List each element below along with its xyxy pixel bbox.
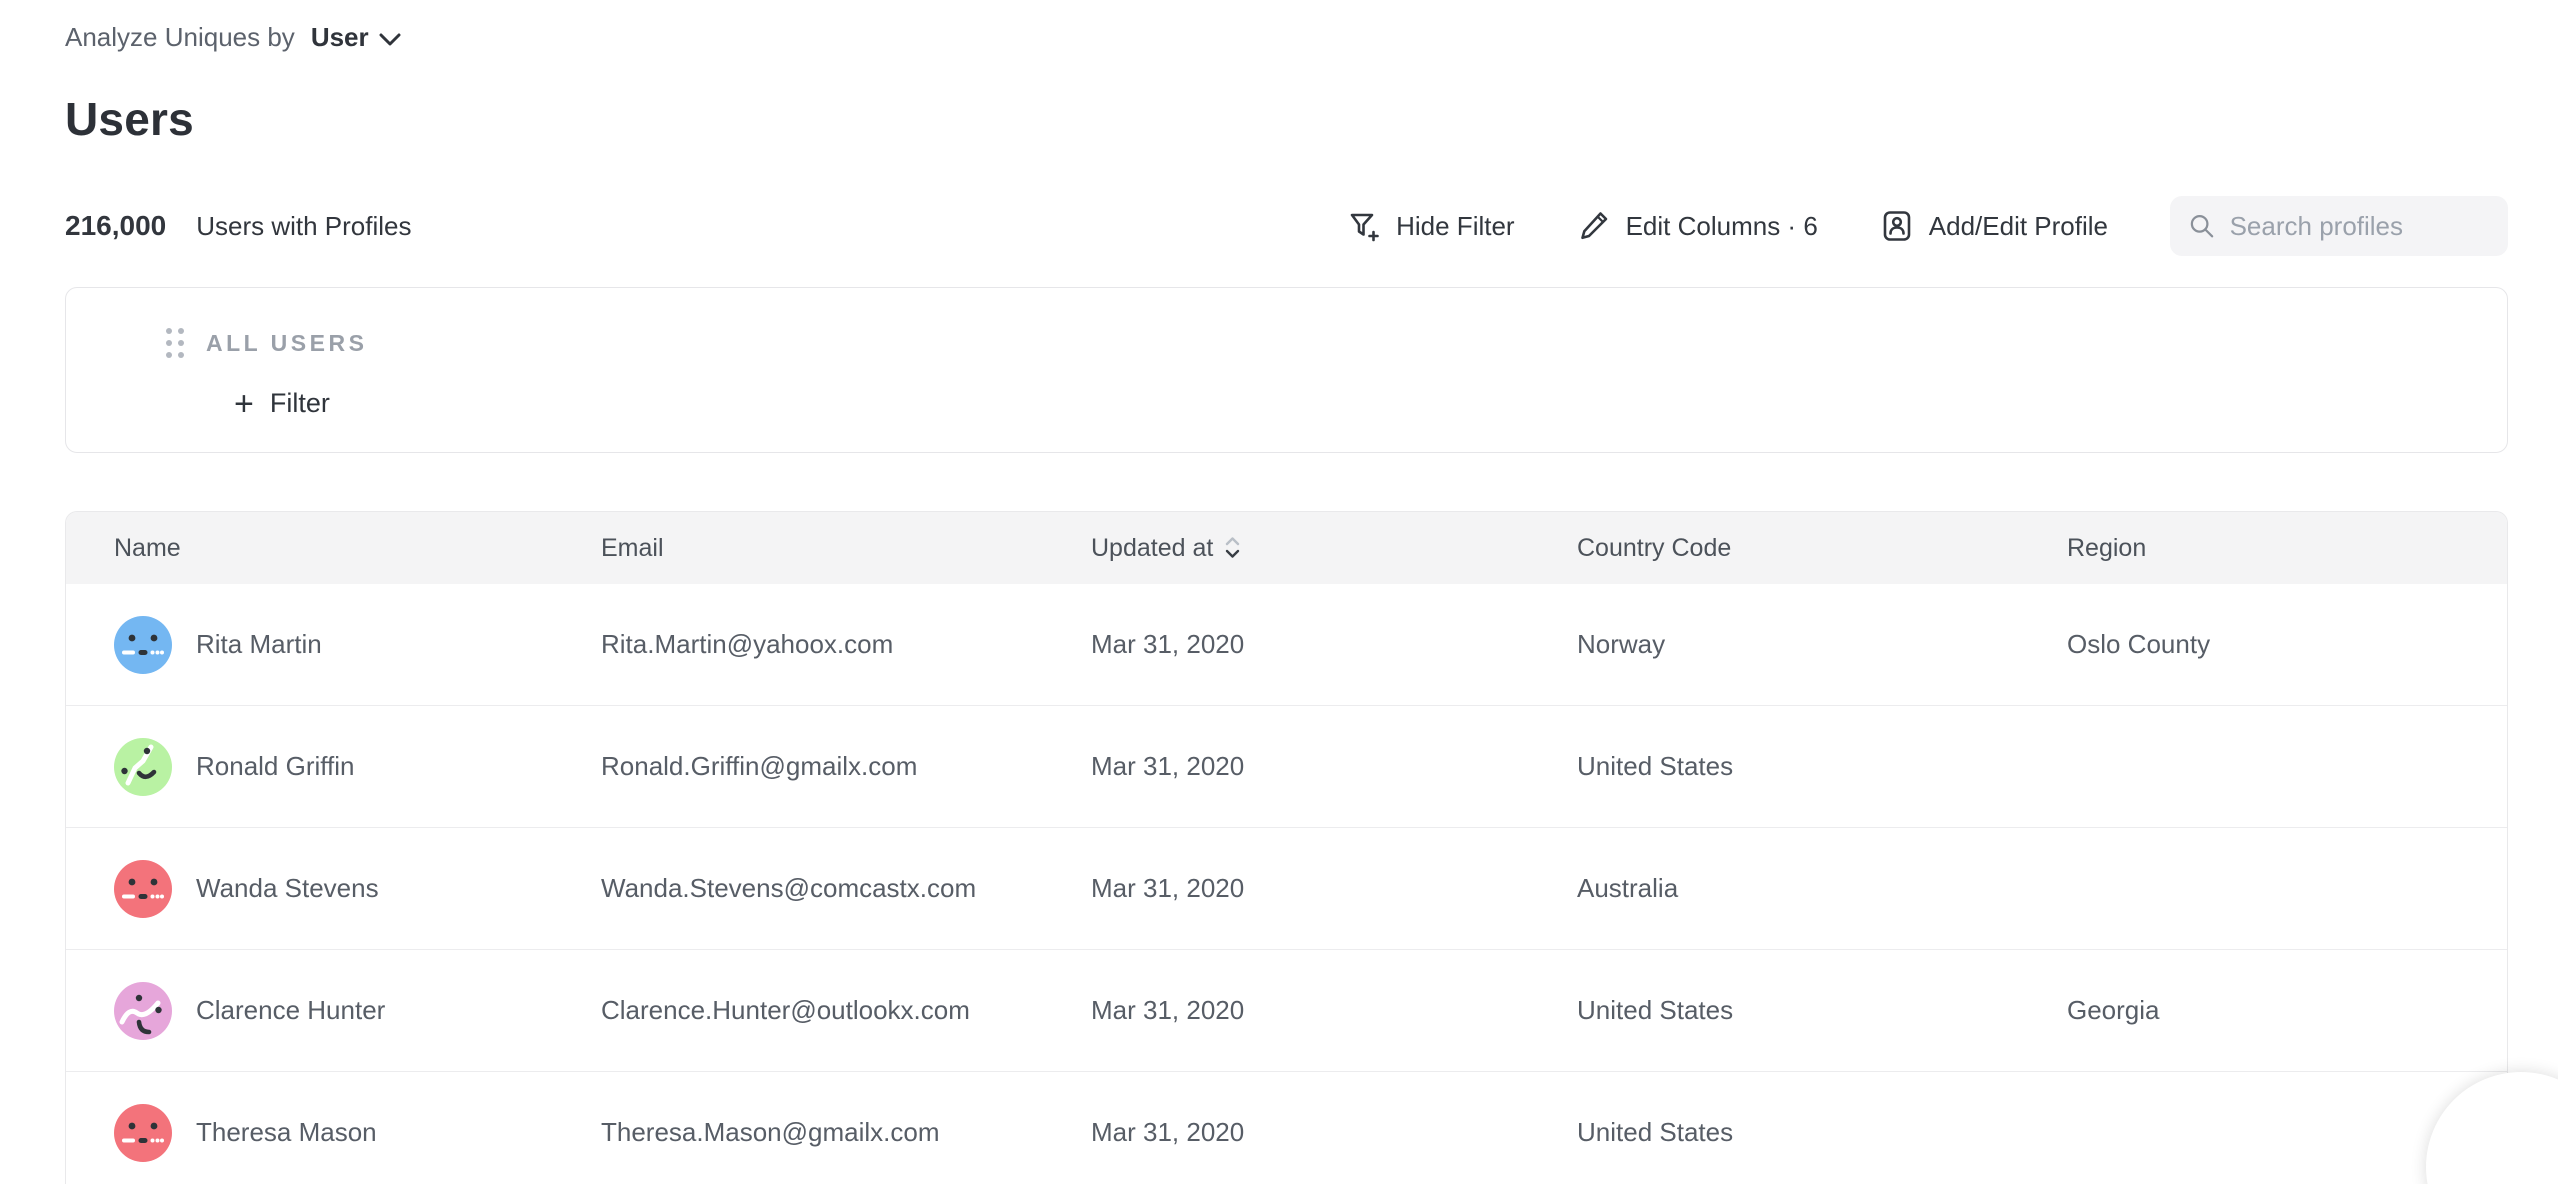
- avatar: [114, 616, 172, 674]
- column-header-updated-at[interactable]: Updated at: [1091, 534, 1577, 563]
- uniques-by-value: User: [311, 22, 369, 53]
- stats-toolbar-row: 216,000 Users with Profiles Hide Filter …: [65, 196, 2508, 256]
- analyze-uniques-bar: Analyze Uniques by User: [65, 22, 401, 53]
- search-profiles-box[interactable]: [2170, 196, 2508, 256]
- edit-columns-label: Edit Columns · 6: [1626, 211, 1818, 242]
- users-page: Analyze Uniques by User Users 216,000 Us…: [0, 0, 2558, 1184]
- user-email: Wanda.Stevens@comcastx.com: [601, 873, 1091, 904]
- user-name: Wanda Stevens: [196, 873, 379, 904]
- profile-count-label: Users with Profiles: [196, 211, 411, 242]
- user-region: Georgia: [2067, 995, 2507, 1026]
- filter-group-header: ALL USERS: [166, 328, 367, 358]
- column-header-name[interactable]: Name: [66, 534, 601, 563]
- profile-count-group: 216,000 Users with Profiles: [65, 210, 412, 242]
- user-country: United States: [1577, 1117, 2067, 1148]
- users-table: Name Email Updated at Country Code Regio…: [65, 511, 2508, 1184]
- user-country: Norway: [1577, 629, 2067, 660]
- edit-columns-button[interactable]: Edit Columns · 6: [1577, 209, 1818, 243]
- user-updated-at: Mar 31, 2020: [1091, 629, 1577, 660]
- user-country: United States: [1577, 751, 2067, 782]
- user-email: Rita.Martin@yahoox.com: [601, 629, 1091, 660]
- search-profiles-input[interactable]: [2230, 211, 2490, 242]
- user-updated-at: Mar 31, 2020: [1091, 873, 1577, 904]
- column-header-email[interactable]: Email: [601, 534, 1091, 563]
- add-filter-label: Filter: [270, 388, 330, 419]
- sort-icon: [1225, 537, 1240, 559]
- user-country: United States: [1577, 995, 2067, 1026]
- toolbar: Hide Filter Edit Columns · 6 Add/Edit Pr…: [1347, 196, 2508, 256]
- user-email: Theresa.Mason@gmailx.com: [601, 1117, 1091, 1148]
- uniques-by-dropdown[interactable]: User: [311, 22, 401, 53]
- page-title: Users: [65, 92, 194, 146]
- table-row[interactable]: Ronald Griffin Ronald.Griffin@gmailx.com…: [66, 706, 2507, 828]
- table-row[interactable]: Clarence Hunter Clarence.Hunter@outlookx…: [66, 950, 2507, 1072]
- search-icon: [2188, 210, 2216, 242]
- table-row[interactable]: Wanda Stevens Wanda.Stevens@comcastx.com…: [66, 828, 2507, 950]
- table-row[interactable]: Theresa Mason Theresa.Mason@gmailx.com M…: [66, 1072, 2507, 1184]
- user-email: Clarence.Hunter@outlookx.com: [601, 995, 1091, 1026]
- user-updated-at: Mar 31, 2020: [1091, 1117, 1577, 1148]
- add-filter-button[interactable]: + Filter: [234, 388, 330, 419]
- avatar: [114, 738, 172, 796]
- user-name: Theresa Mason: [196, 1117, 377, 1148]
- hide-filter-label: Hide Filter: [1396, 211, 1514, 242]
- pencil-icon: [1577, 209, 1611, 243]
- table-header-row: Name Email Updated at Country Code Regio…: [66, 512, 2507, 584]
- profile-count: 216,000: [65, 210, 166, 242]
- chevron-down-icon: [379, 33, 401, 47]
- user-updated-at: Mar 31, 2020: [1091, 751, 1577, 782]
- hide-filter-button[interactable]: Hide Filter: [1347, 209, 1514, 243]
- column-header-country-code[interactable]: Country Code: [1577, 534, 2067, 563]
- user-name: Ronald Griffin: [196, 751, 355, 782]
- drag-handle-icon[interactable]: [166, 328, 184, 358]
- avatar: [114, 860, 172, 918]
- add-edit-profile-label: Add/Edit Profile: [1929, 211, 2108, 242]
- user-country: Australia: [1577, 873, 2067, 904]
- avatar: [114, 1104, 172, 1162]
- filter-group-label: ALL USERS: [206, 330, 367, 357]
- add-edit-profile-button[interactable]: Add/Edit Profile: [1880, 209, 2108, 243]
- filter-panel: ALL USERS + Filter: [65, 287, 2508, 453]
- profile-card-icon: [1880, 209, 1914, 243]
- user-name: Clarence Hunter: [196, 995, 385, 1026]
- user-name: Rita Martin: [196, 629, 322, 660]
- user-region: Oslo County: [2067, 629, 2507, 660]
- user-email: Ronald.Griffin@gmailx.com: [601, 751, 1091, 782]
- plus-icon: +: [234, 389, 254, 419]
- user-updated-at: Mar 31, 2020: [1091, 995, 1577, 1026]
- analyze-uniques-label: Analyze Uniques by: [65, 22, 295, 53]
- table-row[interactable]: Rita Martin Rita.Martin@yahoox.com Mar 3…: [66, 584, 2507, 706]
- column-header-region[interactable]: Region: [2067, 534, 2507, 563]
- funnel-plus-icon: [1347, 209, 1381, 243]
- avatar: [114, 982, 172, 1040]
